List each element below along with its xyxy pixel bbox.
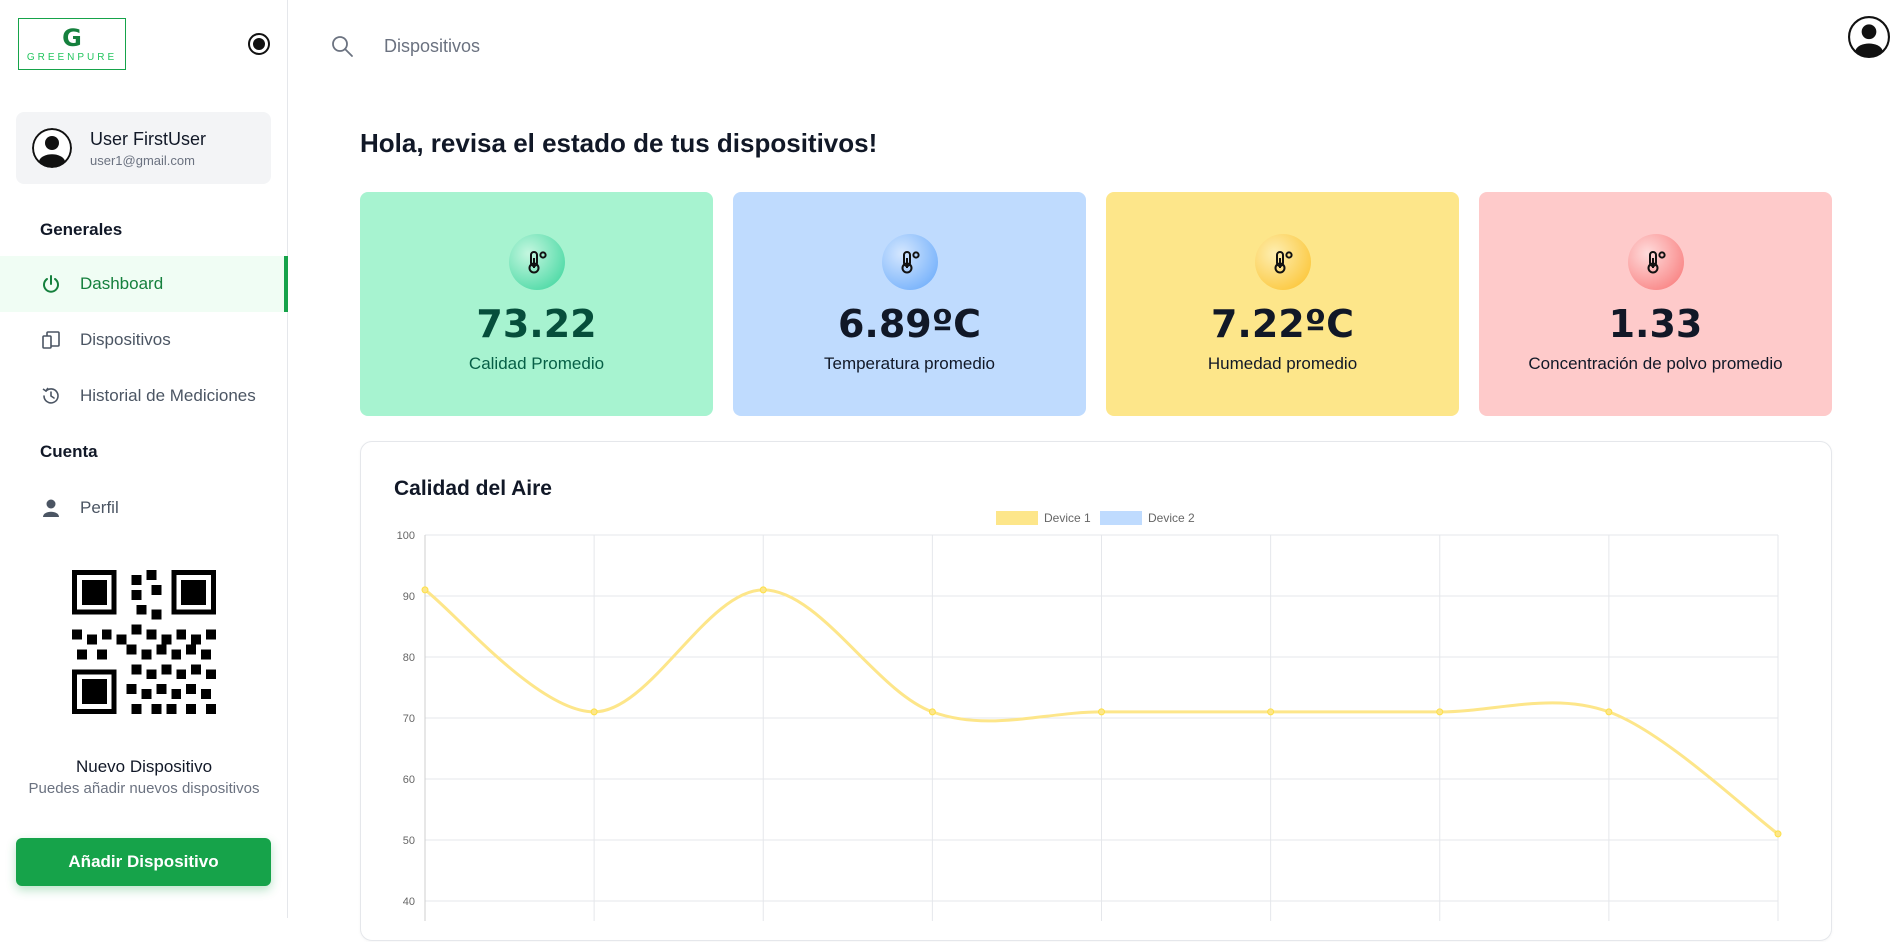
page-greeting: Hola, revisa el estado de tus dispositiv… [360, 128, 878, 158]
devices-icon [40, 329, 62, 351]
y-tick-label: 50 [403, 835, 415, 847]
sidebar-item-historial[interactable]: Historial de Mediciones [0, 368, 288, 424]
legend-label: Device 1 [1044, 511, 1091, 525]
legend-swatch [1100, 511, 1142, 525]
sidebar-item-label: Perfil [80, 498, 119, 517]
data-point [1605, 708, 1613, 716]
new-device-subtitle: Puedes añadir nuevos dispositivos [28, 780, 260, 797]
stat-value: 7.22ºC [1210, 302, 1355, 346]
stat-label: Humedad promedio [1207, 354, 1358, 373]
y-tick-label: 40 [403, 896, 415, 908]
data-point [759, 586, 767, 594]
data-point [1267, 708, 1275, 716]
logo-letter: G [62, 23, 82, 52]
y-tick-label: 90 [403, 591, 415, 603]
sidebar-item-label: Dashboard [80, 274, 164, 293]
sidebar: G GREENPURE User FirstUser user1@gmail.c… [0, 0, 288, 918]
qr-code-icon [72, 570, 216, 714]
search-input[interactable] [384, 30, 784, 62]
air-quality-chart-card: Calidad del Aire 100 90 80 70 60 50 40 Device 1… [360, 441, 1832, 941]
data-point [928, 708, 936, 716]
sidebar-item-dispositivos[interactable]: Dispositivos [0, 312, 288, 368]
legend-swatch [996, 511, 1038, 525]
air-quality-chart: 100 90 80 70 60 50 40 Device 1 Device 2 [397, 511, 1782, 921]
sidebar-item-dashboard[interactable]: Dashboard [0, 256, 288, 312]
stat-label: Concentración de polvo promedio [1528, 354, 1783, 373]
y-tick-label: 60 [403, 774, 415, 786]
section-generales: Generales [40, 220, 123, 239]
section-cuenta: Cuenta [40, 442, 98, 461]
stat-card-humedad: 7.22ºC Humedad promedio [1106, 192, 1459, 416]
account-avatar-icon[interactable] [1848, 16, 1890, 58]
search-icon[interactable] [330, 34, 354, 58]
thermometer-icon [881, 234, 938, 290]
stat-card-polvo: 1.33 Concentración de polvo promedio [1479, 192, 1832, 416]
stat-label: Calidad Promedio [468, 354, 605, 373]
greenpure-logo[interactable]: G GREENPURE [18, 18, 126, 70]
sidebar-item-perfil[interactable]: Perfil [0, 480, 288, 536]
thermometer-icon [1627, 234, 1684, 290]
user-card[interactable]: User FirstUser user1@gmail.com [16, 112, 271, 184]
data-point [590, 708, 598, 716]
data-point [1774, 830, 1782, 838]
stat-value: 73.22 [476, 302, 597, 346]
sidebar-item-label: Historial de Mediciones [80, 386, 256, 405]
y-tick-label: 70 [403, 713, 415, 725]
data-point [1098, 708, 1105, 716]
history-icon [40, 385, 62, 407]
power-icon [40, 273, 62, 295]
thermometer-icon [1254, 234, 1311, 290]
theme-toggle-icon[interactable] [248, 33, 270, 55]
user-email: user1@gmail.com [90, 152, 195, 168]
user-icon [40, 497, 62, 519]
user-avatar-icon [32, 128, 72, 168]
y-tick-label: 100 [397, 530, 415, 542]
new-device-title: Nuevo Dispositivo [75, 757, 213, 776]
stat-label: Temperatura promedio [823, 354, 996, 373]
stat-value: 6.89ºC [837, 302, 982, 346]
user-name: User FirstUser [90, 128, 206, 149]
thermometer-icon [508, 234, 565, 290]
legend-label: Device 2 [1148, 511, 1195, 525]
stat-card-temperatura: 6.89ºC Temperatura promedio [733, 192, 1086, 416]
data-point [1436, 708, 1444, 716]
stat-card-calidad: 73.22 Calidad Promedio [360, 192, 713, 416]
stat-value: 1.33 [1608, 302, 1703, 346]
data-point [421, 586, 429, 594]
add-device-button[interactable]: Añadir Dispositivo [16, 838, 271, 886]
logo-wordmark: GREENPURE [26, 51, 118, 63]
sidebar-item-label: Dispositivos [80, 330, 171, 349]
y-tick-label: 80 [403, 652, 415, 664]
